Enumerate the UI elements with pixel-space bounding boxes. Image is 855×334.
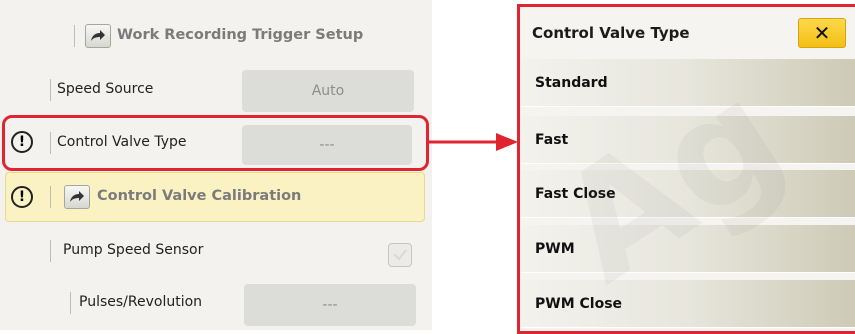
row-divider xyxy=(74,25,75,47)
callout-arrow xyxy=(428,133,518,151)
option-fast-close[interactable]: Fast Close xyxy=(521,170,855,218)
option-standard[interactable]: Standard xyxy=(521,59,855,107)
warning-icon: ! xyxy=(11,186,33,208)
popup-title: Control Valve Type xyxy=(532,24,690,42)
control-valve-type-label: Control Valve Type xyxy=(57,134,187,150)
work-recording-trigger-setup-link[interactable]: Work Recording Trigger Setup xyxy=(117,27,363,43)
option-pwm-close[interactable]: PWM Close xyxy=(521,280,855,328)
speed-source-field[interactable]: Auto xyxy=(242,70,414,112)
warning-icon: ! xyxy=(11,131,33,153)
row-divider xyxy=(50,79,51,101)
row-divider xyxy=(50,240,51,262)
option-pwm[interactable]: PWM xyxy=(521,225,855,273)
row-divider xyxy=(50,132,51,154)
control-valve-calibration-arrow-icon[interactable] xyxy=(64,185,90,209)
pump-speed-sensor-checkbox[interactable] xyxy=(388,243,412,267)
pulses-revolution-field[interactable]: --- xyxy=(244,284,416,326)
close-x-icon: ✕ xyxy=(813,21,831,45)
close-button[interactable]: ✕ xyxy=(798,18,846,48)
control-valve-calibration-link[interactable]: Control Valve Calibration xyxy=(97,188,301,204)
pulses-revolution-label: Pulses/Revolution xyxy=(79,294,203,310)
speed-source-label: Speed Source xyxy=(57,81,154,97)
option-fast[interactable]: Fast xyxy=(521,116,855,164)
row-divider xyxy=(50,186,51,208)
work-recording-arrow-icon[interactable] xyxy=(85,24,111,48)
pump-speed-sensor-label: Pump Speed Sensor xyxy=(63,242,204,258)
row-divider xyxy=(70,292,71,314)
control-valve-type-field[interactable]: --- xyxy=(242,125,412,165)
